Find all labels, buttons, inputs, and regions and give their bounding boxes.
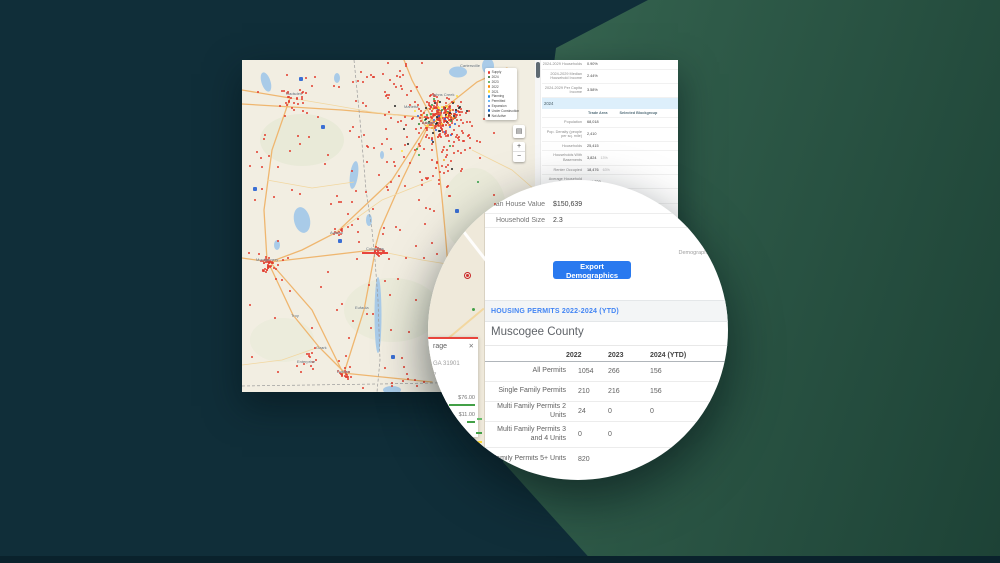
col-2022: 2022: [566, 352, 608, 359]
row-value: 0.90%: [587, 62, 598, 66]
col-header-selected-blockgroup: Selected Blockgroup: [620, 111, 658, 115]
county-heading: Muscogee County: [491, 326, 584, 338]
city-label: Marietta: [404, 104, 418, 109]
row-label: 2024-2029 Per Capita Income: [542, 86, 582, 95]
row-value: 2.44%: [587, 74, 598, 78]
table-row: Multi Family Permits 3 and 4 Units 0 0: [485, 422, 728, 448]
legend-item: Not Active: [487, 113, 515, 118]
magnified-red-line: [483, 194, 498, 196]
stat-row: Households With Basements 3,824 13%: [542, 151, 678, 165]
layers-icon: ▤: [516, 128, 523, 135]
section-header-label: 2024: [544, 101, 553, 106]
mag-row-median-house-value: Median House Value $150,639: [485, 196, 728, 214]
legend-dot-icon: [488, 95, 491, 98]
scrollbar-thumb[interactable]: [536, 62, 540, 78]
legend-label: Supply: [492, 70, 502, 74]
popup-rate-1: $76.00: [458, 395, 475, 401]
legend-label: Expansion: [492, 104, 507, 108]
selected-site-underline: [362, 252, 388, 254]
legend-dot-icon: [488, 114, 491, 117]
magnifier-circle: Median House Value $150,639 Household Si…: [428, 180, 728, 480]
zoom-control[interactable]: + −: [513, 142, 525, 162]
row-label: 2024-2029 Median Household Income: [542, 72, 582, 81]
stat-row: Pop. Density (people per sq. mile) 2,410: [542, 128, 678, 142]
legend-dot-icon: [488, 109, 491, 112]
col-2023: 2023: [608, 352, 650, 359]
stat-row: Households 25,415: [542, 142, 678, 152]
col-2024-ytd: 2024 (YTD): [650, 352, 706, 359]
row-label: 2024-2029 Households: [542, 62, 582, 67]
col-header-trade-area: Trade Area: [588, 111, 608, 115]
legend-label: 2021: [492, 90, 499, 94]
popup-title: rage: [433, 343, 447, 350]
close-icon[interactable]: ✕: [469, 342, 474, 350]
popup-rate-2: $11.00: [459, 412, 475, 418]
city-label: Montgomery: [256, 257, 278, 262]
growth-row: 2024-2029 Households 0.90%: [542, 60, 678, 70]
city-label: Eufaula: [355, 305, 369, 310]
stat-row: Renter Occupied 18,476 63%: [542, 166, 678, 176]
city-label: Enterprise: [297, 359, 315, 364]
demographics-supplied-note: Demographics supplied: [616, 250, 728, 256]
legend-dot-icon: [488, 105, 491, 108]
city-label: Troy: [291, 313, 299, 318]
permits-table: 2022 2023 2024 (YTD) All Permits 1054 26…: [485, 349, 728, 470]
rate-bar-2: [467, 421, 475, 423]
city-label: Johns Creek: [432, 92, 454, 97]
city-label: Gadsden: [286, 91, 302, 96]
legend-dot-icon: [488, 71, 491, 74]
legend-label: Under Construction: [492, 109, 519, 113]
legend-dot-icon: [488, 85, 491, 88]
legend-dot-icon: [488, 81, 491, 84]
legend-label: Not Active: [492, 114, 506, 118]
city-label: Columbus: [366, 246, 384, 251]
housing-permits-title: HOUSING PERMITS 2022-2024 (YTD): [491, 308, 619, 315]
table-row: All Permits 1054 266 156: [485, 362, 728, 382]
section-header-2024: 2024: [542, 98, 678, 109]
legend-dot-icon: [488, 90, 491, 93]
row-value: 3.58%: [587, 88, 598, 92]
legend-label: 2024: [492, 75, 499, 79]
strip-tick: [477, 418, 482, 420]
growth-row: 2024-2029 Per Capita Income 3.58%: [542, 84, 678, 98]
stat-row: Population 68,018: [542, 118, 678, 128]
strip-tick: [476, 432, 482, 434]
housing-permits-section-header: HOUSING PERMITS 2022-2024 (YTD): [485, 300, 728, 322]
legend-label: Planning: [492, 94, 504, 98]
zoom-in-button[interactable]: +: [513, 142, 525, 151]
selected-marker-icon: [464, 272, 471, 279]
layers-button[interactable]: ▤: [513, 125, 525, 138]
export-demographics-button[interactable]: Export Demographics: [553, 261, 631, 279]
map-popup: rage ✕ GA 31901 7 $76.00 $11.00: [428, 337, 478, 437]
popup-number: 7: [433, 373, 436, 379]
zoom-out-button[interactable]: −: [513, 151, 525, 161]
strip-tick: [477, 441, 482, 443]
table-row: Multi Family Permits 2 Units 24 0 0: [485, 402, 728, 422]
magnified-road: [442, 205, 487, 262]
legend-label: 2023: [492, 80, 499, 84]
city-label: Dothan: [337, 369, 350, 374]
background-bottom-bar: [0, 556, 1000, 563]
growth-row: 2024-2029 Median Household Income 2.44%: [542, 70, 678, 84]
table-row: Multi Family Permits 5+ Units 820: [485, 448, 728, 470]
marketing-frame: Gadsden Cartersville Johns Creek Marietta At…: [0, 0, 1000, 563]
rate-bar-1: [449, 404, 475, 406]
permits-table-header: 2022 2023 2024 (YTD): [485, 349, 728, 362]
legend-label: 2022: [492, 85, 499, 89]
legend-dot-icon: [488, 100, 491, 103]
city-label: Ozark: [316, 345, 327, 350]
table-row: Single Family Permits 210 216 156: [485, 382, 728, 402]
legend-item: Under Construction: [487, 108, 515, 113]
city-label: Atlanta: [422, 120, 434, 125]
column-headers: Trade Area Selected Blockgroup: [542, 109, 678, 118]
city-label: Cartersville: [460, 63, 480, 68]
map-legend-items: Supply2024202320222021PlanningPermittedE…: [487, 70, 515, 118]
mag-row-household-size: Household Size 2.3: [485, 214, 728, 228]
city-label: Auburn: [330, 230, 343, 235]
legend-label: Permitted: [492, 99, 506, 103]
popup-address: GA 31901: [433, 361, 460, 367]
legend-dot-icon: [488, 76, 491, 79]
map-legend: Supply2024202320222021PlanningPermittedE…: [485, 68, 517, 120]
